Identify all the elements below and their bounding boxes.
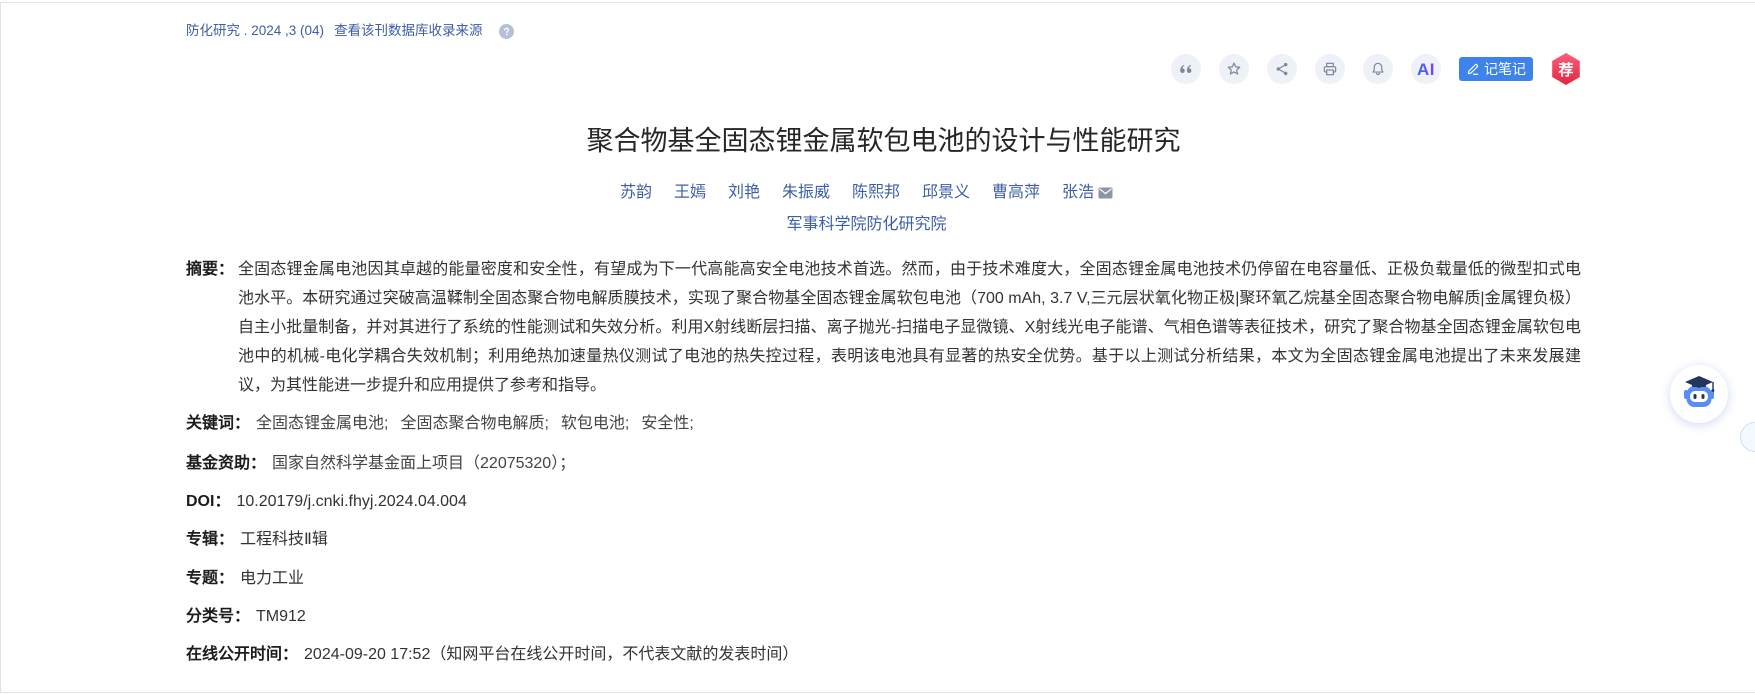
keywords-row: 关键词： 全固态锂金属电池; 全固态聚合物电解质; 软包电池; 安全性; bbox=[186, 409, 1581, 438]
favorite-button[interactable] bbox=[1219, 54, 1249, 84]
bell-icon bbox=[1372, 62, 1384, 76]
institution-line: 军事科学院防化研究院 bbox=[186, 214, 1581, 236]
print-icon bbox=[1323, 62, 1337, 76]
journal-source-line: 防化研究 . 2024 ,3 (04) 查看该刊数据库收录来源 bbox=[186, 21, 514, 41]
online-date-label: 在线公开时间： bbox=[186, 646, 299, 663]
article-toolbar: AI 记笔记 荐 bbox=[1171, 53, 1581, 85]
institution-link[interactable]: 军事科学院防化研究院 bbox=[786, 216, 946, 233]
author-link[interactable]: 张浩 bbox=[1062, 182, 1094, 204]
keyword-link[interactable]: 全固态聚合物电解质; bbox=[400, 415, 548, 432]
robot-icon bbox=[1684, 376, 1715, 407]
journal-issue-link[interactable]: 防化研究 . 2024 ,3 (04) bbox=[186, 21, 324, 41]
take-note-button[interactable]: 记笔记 bbox=[1459, 57, 1533, 81]
question-mark-glyph bbox=[503, 27, 509, 35]
author-link[interactable]: 曹高萍 bbox=[992, 182, 1040, 204]
recommend-badge[interactable]: 荐 bbox=[1552, 53, 1580, 85]
star-icon bbox=[1227, 62, 1241, 75]
fund-list: 国家自然科学基金面上项目（22075320）； bbox=[272, 449, 575, 478]
doi-value: 10.20179/j.cnki.fhyj.2024.04.004 bbox=[236, 493, 467, 510]
envelope-glyph bbox=[1098, 187, 1113, 199]
ai-assistant-button[interactable]: AI bbox=[1411, 54, 1441, 84]
ai-label: AI bbox=[1417, 59, 1435, 79]
abstract-row: 摘要： 全固态锂金属电池因其卓越的能量密度和安全性，有望成为下一代高能高安全电池… bbox=[186, 255, 1581, 400]
ai-assistant-float-button[interactable] bbox=[1670, 365, 1728, 423]
author-link[interactable]: 陈熙邦 bbox=[852, 182, 900, 204]
doi-label: DOI： bbox=[186, 493, 231, 510]
abstract-label: 摘要： bbox=[186, 261, 235, 278]
topic-label: 专题： bbox=[186, 570, 235, 587]
album-row: 专辑： 工程科技Ⅱ辑 bbox=[186, 525, 1581, 554]
article-title: 聚合物基全固态锂金属软包电池的设计与性能研究 bbox=[586, 126, 1181, 156]
author-link[interactable]: 朱振威 bbox=[782, 182, 830, 204]
question-icon[interactable] bbox=[498, 23, 514, 39]
fund-label: 基金资助： bbox=[186, 455, 267, 472]
doi-row: DOI： 10.20179/j.cnki.fhyj.2024.04.004 bbox=[186, 487, 1581, 516]
abstract-text: 全固态锂金属电池因其卓越的能量密度和安全性，有望成为下一代高能高安全电池技术首选… bbox=[238, 261, 1581, 394]
online-date-value: 2024-09-20 17:52（知网平台在线公开时间，不代表文献的发表时间） bbox=[304, 646, 799, 663]
classification-row: 分类号： TM912 bbox=[186, 602, 1581, 631]
album-label: 专辑： bbox=[186, 531, 235, 548]
author-link[interactable]: 邱景义 bbox=[922, 182, 970, 204]
quote-icon bbox=[1180, 65, 1192, 73]
corresponding-author: 张浩 bbox=[1062, 182, 1113, 204]
share-button[interactable] bbox=[1267, 54, 1297, 84]
keyword-link[interactable]: 软包电池; bbox=[561, 415, 629, 432]
author-link[interactable]: 刘艳 bbox=[728, 182, 760, 204]
author-link[interactable]: 苏韵 bbox=[620, 182, 652, 204]
keywords-label: 关键词： bbox=[186, 415, 251, 432]
print-button[interactable] bbox=[1315, 54, 1345, 84]
cite-button[interactable] bbox=[1171, 54, 1201, 84]
online-date-row: 在线公开时间： 2024-09-20 17:52（知网平台在线公开时间，不代表文… bbox=[186, 640, 1581, 669]
fund-row: 基金资助： 国家自然科学基金面上项目（22075320）； bbox=[186, 449, 1581, 478]
keyword-link[interactable]: 全固态锂金属电池; bbox=[256, 415, 388, 432]
fund-link[interactable]: 国家自然科学基金面上项目（22075320）； bbox=[272, 455, 575, 472]
take-note-label: 记笔记 bbox=[1484, 61, 1526, 77]
author-link[interactable]: 王嫣 bbox=[674, 182, 706, 204]
classification-label: 分类号： bbox=[186, 608, 251, 625]
mail-icon[interactable] bbox=[1098, 187, 1113, 199]
article-detail-page: 防化研究 . 2024 ,3 (04) 查看该刊数据库收录来源 AI 记笔记 荐… bbox=[0, 0, 1755, 695]
keyword-link[interactable]: 安全性; bbox=[641, 415, 693, 432]
topic-value: 电力工业 bbox=[240, 570, 305, 587]
author-list: 苏韵 王嫣 刘艳 朱振威 陈熙邦 邱景义 曹高萍 张浩 bbox=[186, 182, 1581, 204]
album-value: 工程科技Ⅱ辑 bbox=[240, 531, 328, 548]
recommend-label: 荐 bbox=[1558, 61, 1574, 79]
subscribe-alert-button[interactable] bbox=[1363, 54, 1393, 84]
database-source-link[interactable]: 查看该刊数据库收录来源 bbox=[334, 21, 483, 41]
pen-icon bbox=[1467, 63, 1479, 75]
topic-row: 专题： 电力工业 bbox=[186, 564, 1581, 593]
share-icon bbox=[1276, 62, 1288, 76]
classification-value: TM912 bbox=[256, 608, 306, 625]
keywords-list: 全固态锂金属电池; 全固态聚合物电解质; 软包电池; 安全性; bbox=[256, 409, 706, 438]
